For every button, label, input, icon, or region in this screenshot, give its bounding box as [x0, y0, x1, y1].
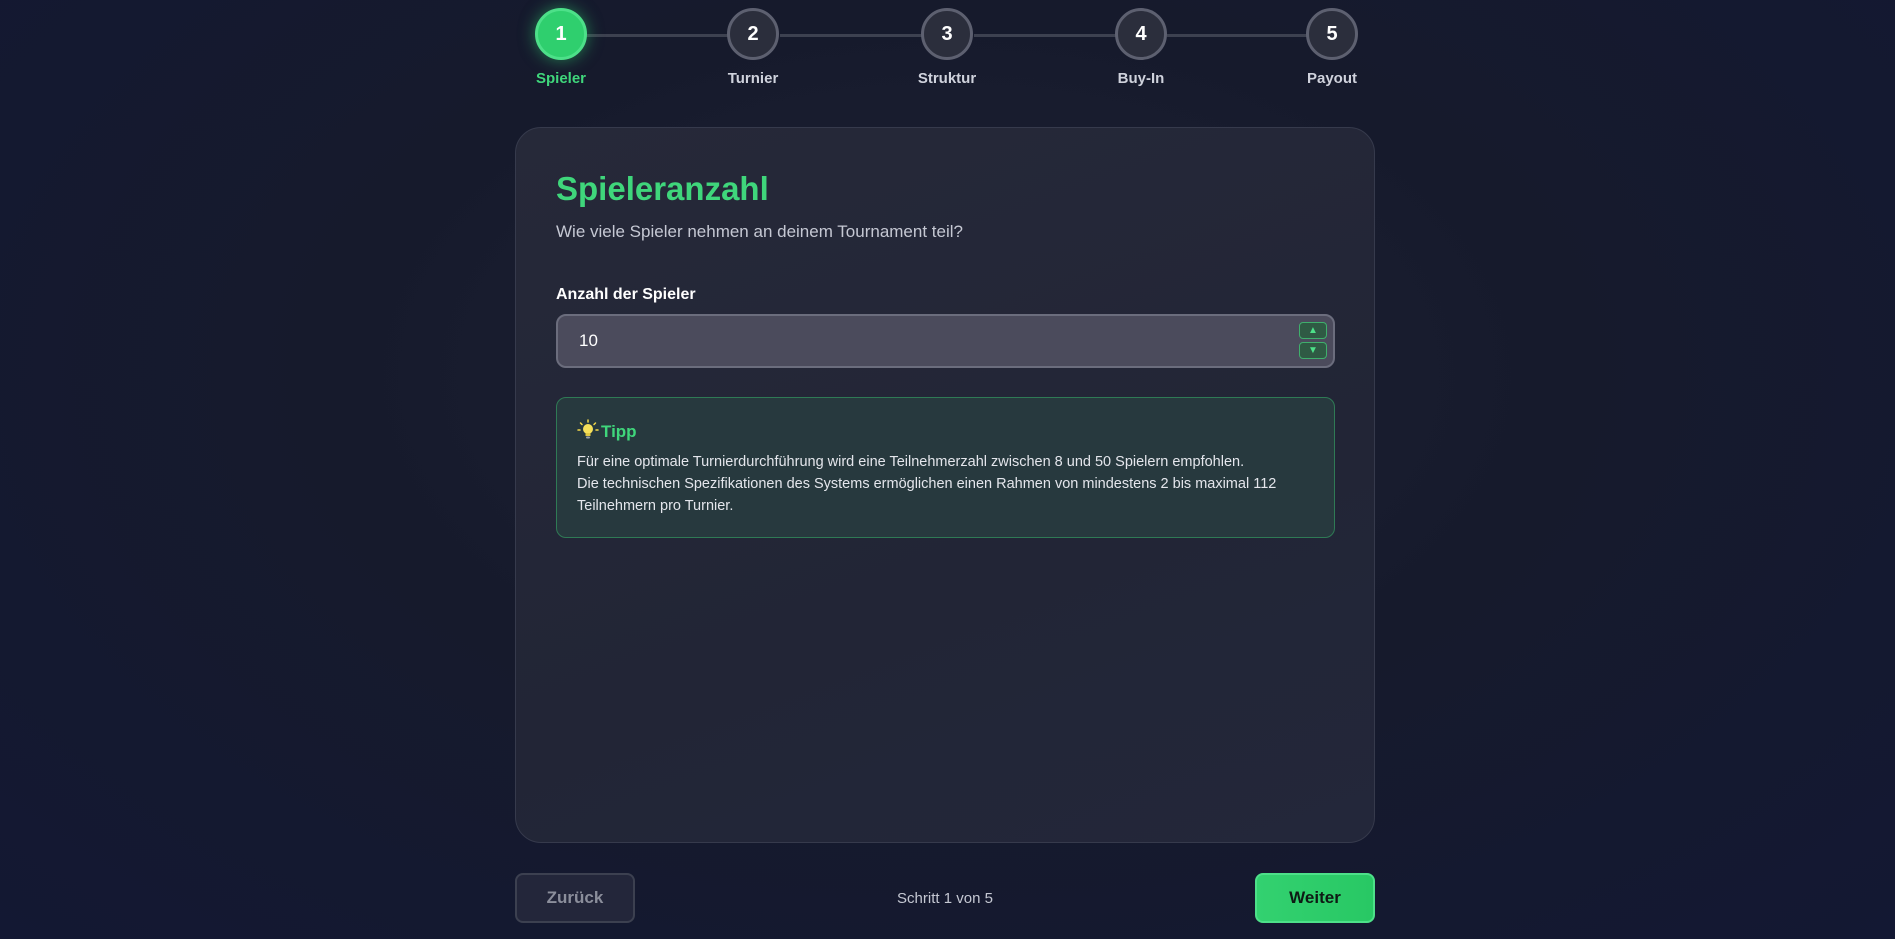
step-number: 4	[1115, 8, 1167, 60]
step-number: 3	[921, 8, 973, 60]
step-payout[interactable]: 5 Payout	[1305, 8, 1359, 87]
decrement-button[interactable]: ▼	[1299, 342, 1327, 359]
step-turnier[interactable]: 2 Turnier	[726, 8, 780, 87]
step-label: Payout	[1306, 70, 1358, 87]
step-buy-in[interactable]: 4 Buy-In	[1114, 8, 1168, 87]
page-title: Spieleranzahl	[556, 170, 769, 207]
step-label: Spieler	[535, 70, 587, 87]
tip-header: Tipp	[577, 418, 637, 442]
tip-box: Tipp Für eine optimale Turnierdurchführu…	[556, 397, 1335, 538]
step-number: 2	[727, 8, 779, 60]
player-count-input[interactable]	[558, 316, 1333, 366]
step-spieler[interactable]: 1 Spieler	[534, 8, 588, 87]
page-subtitle: Wie viele Spieler nehmen an deinem Tourn…	[556, 222, 963, 241]
step-label: Turnier	[727, 70, 779, 87]
tip-title: Tipp	[601, 422, 637, 441]
increment-button[interactable]: ▲	[1299, 322, 1327, 339]
lightbulb-icon	[577, 419, 599, 441]
step-connector	[974, 34, 1119, 37]
step-connector	[1167, 34, 1307, 37]
tip-line: Die technischen Spezifikationen des Syst…	[577, 476, 1277, 514]
tip-line: Für eine optimale Turnierdurchführung wi…	[577, 454, 1245, 470]
step-connector	[780, 34, 926, 37]
step-counter: Schritt 1 von 5	[897, 890, 993, 907]
step-number: 1	[535, 8, 587, 60]
step-label: Struktur	[917, 70, 977, 87]
step-struktur[interactable]: 3 Struktur	[918, 8, 976, 87]
step-connector	[586, 34, 732, 37]
step-number: 5	[1306, 8, 1358, 60]
player-count-card: Spieleranzahl Wie viele Spieler nehmen a…	[515, 127, 1375, 843]
progress-stepper: 1 Spieler 2 Turnier 3 Struktur 4 Buy-In …	[534, 8, 1358, 88]
player-count-label: Anzahl der Spieler	[556, 286, 696, 303]
step-label: Buy-In	[1117, 70, 1165, 87]
player-count-field: ▲ ▼	[556, 314, 1335, 368]
tip-text: Für eine optimale Turnierdurchführung wi…	[577, 451, 1317, 517]
next-button[interactable]: Weiter	[1255, 873, 1375, 923]
